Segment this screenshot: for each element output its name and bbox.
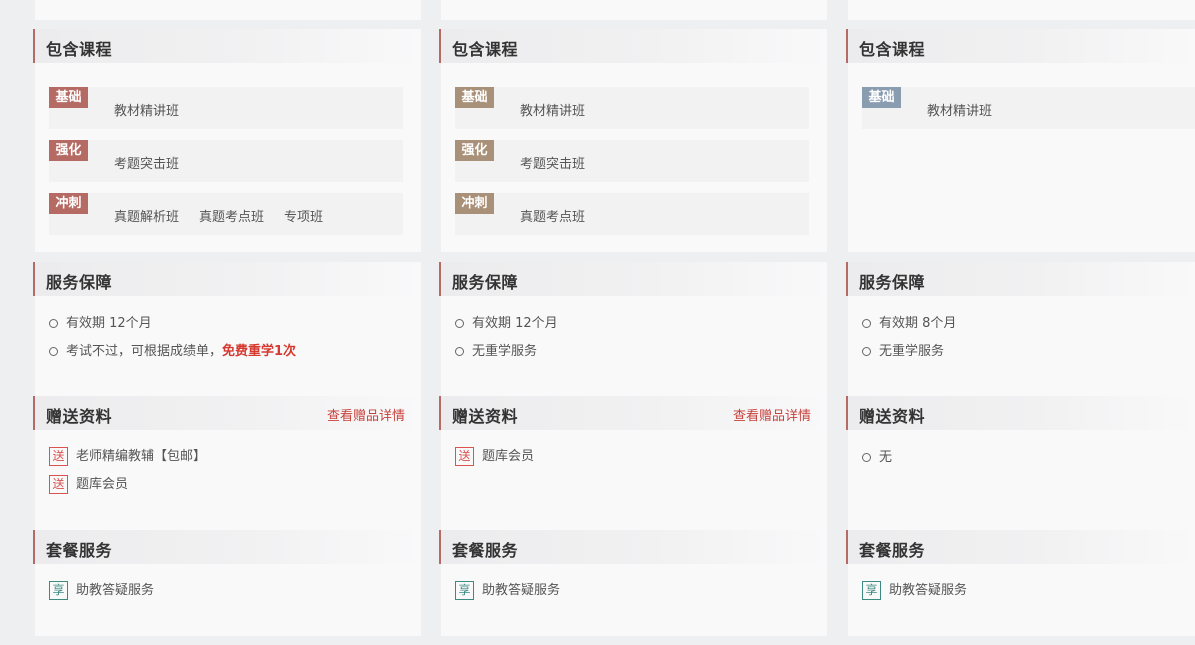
service-item: 无重学服务 xyxy=(455,343,817,371)
card-top-strip xyxy=(848,0,1195,20)
gift-header: 赠送资料 查看赠品详情 xyxy=(439,396,827,430)
circle-bullet-icon xyxy=(49,319,58,328)
courses-card: 包含课程 基础 教材精讲班 强化 考题突击班 冲刺 真题考点班 xyxy=(439,29,827,252)
gift-header: 赠送资料 查看赠品详情 xyxy=(33,396,421,430)
service-header: 服务保障 xyxy=(846,262,1195,296)
gift-title: 赠送资料 xyxy=(452,407,519,426)
package-list: 享 助教答疑服务 xyxy=(862,581,1185,609)
course-badge: 冲刺 xyxy=(49,193,88,214)
service-title: 服务保障 xyxy=(859,273,926,292)
course-badge: 强化 xyxy=(455,140,494,161)
gift-item: 送 老师精编教辅【包邮】 xyxy=(49,447,411,475)
package-header: 套餐服务 xyxy=(439,530,827,564)
gift-tag-icon: 送 xyxy=(49,475,68,494)
service-item: 有效期 12个月 xyxy=(455,315,817,343)
view-gift-details-link[interactable]: 查看赠品详情 xyxy=(733,405,811,424)
service-card: 服务保障 有效期 12个月 无重学服务 赠送资料 查看赠品详情 送 题库会员 套… xyxy=(439,262,827,636)
circle-bullet-icon xyxy=(862,453,871,462)
service-header: 服务保障 xyxy=(439,262,827,296)
course-name[interactable]: 考题突击班 xyxy=(520,157,585,172)
gift-item: 无 xyxy=(862,449,1185,477)
package-header: 套餐服务 xyxy=(846,530,1195,564)
courses-header: 包含课程 xyxy=(439,29,827,63)
service-item: 有效期 8个月 xyxy=(862,315,1185,343)
free-retake-highlight: 免费重学1次 xyxy=(222,344,297,359)
service-card: 服务保障 有效期 8个月 无重学服务 赠送资料 无 套餐服务 享 助教答疑服务 xyxy=(846,262,1195,636)
course-row-sprint: 冲刺 真题解析班 真题考点班 专项班 xyxy=(49,193,403,235)
gift-tag-icon: 送 xyxy=(455,447,474,466)
gift-list: 送 题库会员 xyxy=(455,447,817,475)
course-name[interactable]: 真题解析班 xyxy=(114,210,179,225)
gift-title: 赠送资料 xyxy=(46,407,113,426)
gift-tag-icon: 送 xyxy=(49,447,68,466)
circle-bullet-icon xyxy=(862,319,871,328)
package-list: 享 助教答疑服务 xyxy=(455,581,817,609)
courses-card: 包含课程 基础 教材精讲班 xyxy=(846,29,1195,252)
package-item: 享 助教答疑服务 xyxy=(49,581,411,609)
enjoy-tag-icon: 享 xyxy=(49,581,68,600)
circle-bullet-icon xyxy=(455,347,464,356)
courses-header: 包含课程 xyxy=(846,29,1195,63)
view-gift-details-link[interactable]: 查看赠品详情 xyxy=(327,405,405,424)
circle-bullet-icon xyxy=(862,347,871,356)
course-badge: 基础 xyxy=(49,87,88,108)
package-column-3: 包含课程 基础 教材精讲班 服务保障 有效期 8个月 无重学服务 赠送资料 无 … xyxy=(846,0,1195,645)
gift-header: 赠送资料 xyxy=(846,396,1195,430)
course-badge: 基础 xyxy=(862,87,901,108)
course-name[interactable]: 真题考点班 xyxy=(199,210,264,225)
service-card: 服务保障 有效期 12个月 考试不过，可根据成绩单，免费重学1次 赠送资料 查看… xyxy=(33,262,421,636)
course-badge: 基础 xyxy=(455,87,494,108)
course-row-basic: 基础 教材精讲班 xyxy=(49,87,403,129)
service-list: 有效期 8个月 无重学服务 xyxy=(862,315,1185,371)
service-item: 有效期 12个月 xyxy=(49,315,411,343)
course-name[interactable]: 考题突击班 xyxy=(114,157,179,172)
course-badge: 冲刺 xyxy=(455,193,494,214)
course-name[interactable]: 教材精讲班 xyxy=(520,104,585,119)
courses-title: 包含课程 xyxy=(452,40,519,59)
course-row-strengthen: 强化 考题突击班 xyxy=(455,140,809,182)
enjoy-tag-icon: 享 xyxy=(455,581,474,600)
courses-title: 包含课程 xyxy=(859,40,926,59)
course-row-basic: 基础 教材精讲班 xyxy=(862,87,1195,129)
service-item: 考试不过，可根据成绩单，免费重学1次 xyxy=(49,343,411,371)
card-top-strip xyxy=(441,0,827,20)
course-name[interactable]: 专项班 xyxy=(284,210,323,225)
package-column-1: 包含课程 基础 教材精讲班 强化 考题突击班 冲刺 真题解析班 真题考点班 专项班 … xyxy=(33,0,421,645)
courses-title: 包含课程 xyxy=(46,40,113,59)
service-list: 有效期 12个月 考试不过，可根据成绩单，免费重学1次 xyxy=(49,315,411,371)
service-item: 无重学服务 xyxy=(862,343,1185,371)
courses-card: 包含课程 基础 教材精讲班 强化 考题突击班 冲刺 真题解析班 真题考点班 专项班 xyxy=(33,29,421,252)
course-name[interactable]: 真题考点班 xyxy=(520,210,585,225)
package-title: 套餐服务 xyxy=(859,541,926,560)
service-title: 服务保障 xyxy=(46,273,113,292)
service-title: 服务保障 xyxy=(452,273,519,292)
service-header: 服务保障 xyxy=(33,262,421,296)
circle-bullet-icon xyxy=(49,347,58,356)
course-badge: 强化 xyxy=(49,140,88,161)
package-header: 套餐服务 xyxy=(33,530,421,564)
card-top-strip xyxy=(35,0,421,20)
gift-title: 赠送资料 xyxy=(859,407,926,426)
course-row-basic: 基础 教材精讲班 xyxy=(455,87,809,129)
enjoy-tag-icon: 享 xyxy=(862,581,881,600)
package-list: 享 助教答疑服务 xyxy=(49,581,411,609)
course-row-strengthen: 强化 考题突击班 xyxy=(49,140,403,182)
course-name[interactable]: 教材精讲班 xyxy=(927,104,992,119)
package-title: 套餐服务 xyxy=(452,541,519,560)
gift-item: 送 题库会员 xyxy=(49,475,411,503)
gift-list: 送 老师精编教辅【包邮】 送 题库会员 xyxy=(49,447,411,503)
package-item: 享 助教答疑服务 xyxy=(862,581,1185,609)
gift-list: 无 xyxy=(862,449,1185,477)
course-row-sprint: 冲刺 真题考点班 xyxy=(455,193,809,235)
gift-item: 送 题库会员 xyxy=(455,447,817,475)
courses-header: 包含课程 xyxy=(33,29,421,63)
service-list: 有效期 12个月 无重学服务 xyxy=(455,315,817,371)
course-name[interactable]: 教材精讲班 xyxy=(114,104,179,119)
circle-bullet-icon xyxy=(455,319,464,328)
package-column-2: 包含课程 基础 教材精讲班 强化 考题突击班 冲刺 真题考点班 服务保障 有效期… xyxy=(439,0,827,645)
package-item: 享 助教答疑服务 xyxy=(455,581,817,609)
package-title: 套餐服务 xyxy=(46,541,113,560)
